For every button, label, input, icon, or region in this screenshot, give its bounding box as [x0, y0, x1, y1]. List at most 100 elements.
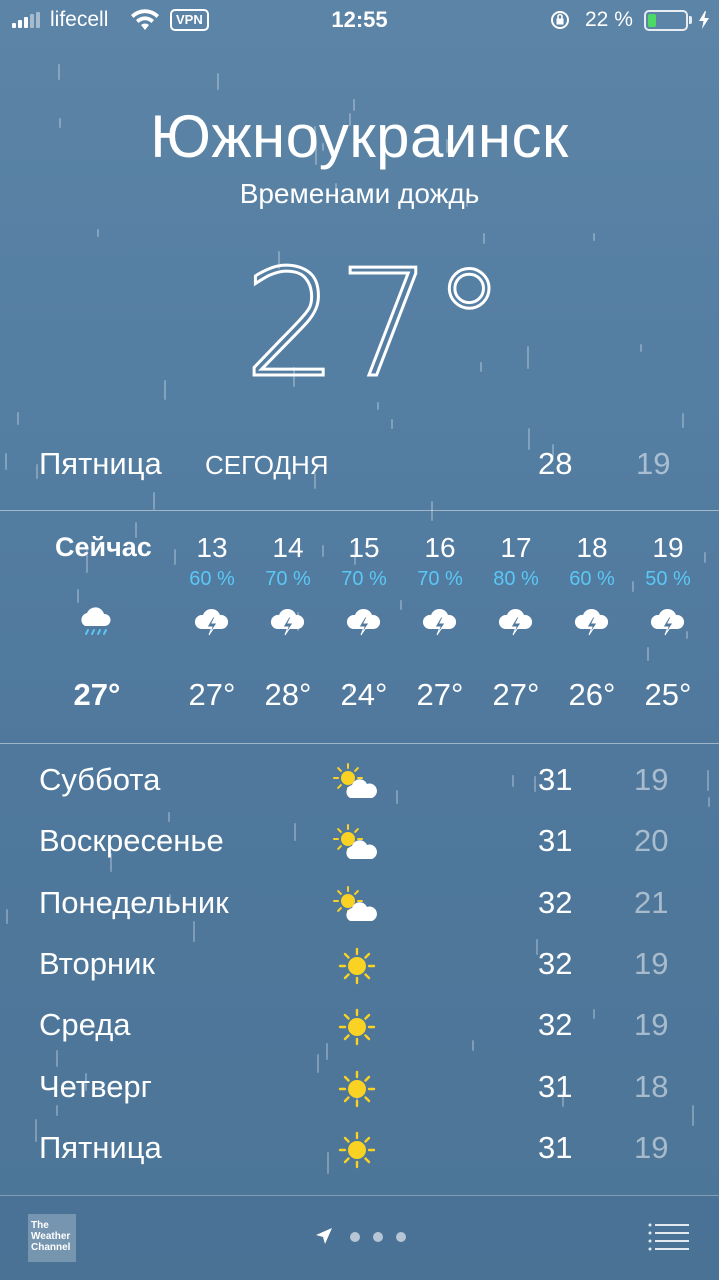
day-low: 20: [634, 823, 669, 859]
day-high: 32: [538, 884, 573, 920]
hourly-item: 17 80 % 27°: [476, 512, 556, 742]
daily-row: Пятница 31 19: [0, 1120, 719, 1181]
day-name: Понедельник: [39, 884, 229, 920]
hour-precip-chance: 70 %: [341, 568, 387, 590]
daily-row: Четверг 31 18: [0, 1059, 719, 1120]
hour-temp: 27°: [416, 677, 464, 712]
day-low: 18: [634, 1068, 669, 1104]
thunderstorm-icon: [496, 602, 536, 642]
day-high: 31: [538, 1129, 573, 1165]
sunny-icon: [332, 1007, 382, 1047]
rain-streak: [58, 64, 60, 80]
hourly-item: 15 70 % 24°: [324, 512, 404, 742]
hour-time: 15: [348, 532, 380, 563]
hour-precip-chance: 60 %: [569, 568, 615, 590]
day-name: Суббота: [39, 762, 161, 797]
daily-row: Понедельник 32 21: [0, 875, 719, 936]
sunny-icon: [332, 1069, 382, 1109]
hour-time: 16: [424, 532, 456, 563]
rain-streak: [527, 346, 529, 369]
rain-streak: [593, 233, 595, 241]
hour-temp: 26°: [568, 677, 616, 712]
rain-streak: [640, 344, 642, 352]
thunderstorm-icon: [192, 602, 232, 642]
divider-top: [0, 510, 719, 511]
day-high: 32: [538, 1007, 573, 1043]
day-low: 19: [634, 945, 669, 981]
hour-precip-chance: 70 %: [265, 568, 311, 590]
today-low: 19: [636, 446, 671, 481]
weather-channel-logo[interactable]: The Weather Channel: [28, 1214, 76, 1262]
thunderstorm-icon: [344, 602, 384, 642]
hour-precip-chance: 60 %: [189, 568, 235, 590]
day-name: Воскресенье: [39, 823, 224, 859]
hour-temp: 27°: [73, 677, 121, 712]
hourly-item: 19 50 % 25°: [628, 512, 708, 742]
hour-time: 19: [652, 532, 684, 563]
today-high: 28: [538, 446, 573, 481]
daily-row: Среда 32 19: [0, 997, 719, 1058]
city-name: Южноукраинск: [150, 103, 569, 170]
hour-time: 14: [272, 532, 304, 563]
hour-time: Сейчас: [55, 532, 152, 562]
rain-streak: [217, 73, 219, 90]
rain-streak: [97, 229, 99, 237]
location-arrow-icon[interactable]: [314, 1226, 334, 1246]
hour-precip-chance: 50 %: [645, 568, 691, 590]
charging-bolt-icon: [699, 11, 709, 29]
day-high: 31: [538, 823, 573, 859]
rain-icon: [75, 602, 115, 642]
rain-streak: [17, 412, 19, 425]
rain-streak: [164, 380, 166, 400]
daily-row: Суббота 31 19: [0, 752, 719, 813]
rain-streak: [377, 402, 379, 410]
hour-temp: 27°: [188, 677, 236, 712]
hour-temp: 25°: [644, 677, 692, 712]
hourly-forecast[interactable]: Сейчас 27° 13 60 % 27° 14 70 % 28° 15 70 % 24° 16 70…: [0, 512, 719, 742]
page-dot[interactable]: [396, 1232, 406, 1242]
partly-sunny-icon: [332, 762, 382, 802]
today-label: СЕГОДНЯ: [205, 450, 329, 480]
day-high: 31: [538, 762, 573, 797]
partly-sunny-icon: [332, 885, 382, 925]
day-name: Вторник: [39, 945, 155, 981]
footer-bar: The Weather Channel: [0, 1196, 719, 1280]
hour-precip-chance: 80 %: [493, 568, 539, 590]
hourly-item: Сейчас 27°: [55, 512, 152, 742]
thunderstorm-icon: [648, 602, 688, 642]
day-low: 19: [634, 1007, 669, 1043]
battery-icon: [644, 10, 688, 31]
rain-streak: [153, 492, 155, 510]
page-dot[interactable]: [350, 1232, 360, 1242]
hour-temp: 27°: [492, 677, 540, 712]
city-list-icon[interactable]: [647, 1222, 689, 1252]
today-summary: Пятница СЕГОДНЯ 28 19: [0, 440, 719, 490]
thunderstorm-icon: [268, 602, 308, 642]
rain-streak: [391, 419, 393, 429]
hour-temp: 28°: [264, 677, 312, 712]
daily-row: Воскресенье 31 20: [0, 813, 719, 874]
rotation-lock-icon: [551, 11, 569, 29]
today-day: Пятница: [39, 446, 162, 481]
hour-time: 18: [576, 532, 608, 563]
partly-sunny-icon: [332, 823, 382, 863]
rain-streak: [682, 413, 684, 428]
divider-bottom: [0, 743, 719, 744]
hour-temp: 24°: [340, 677, 388, 712]
page-dot[interactable]: [373, 1232, 383, 1242]
thunderstorm-icon: [572, 602, 612, 642]
battery-nub: [689, 16, 692, 24]
hour-time: 17: [500, 532, 532, 563]
hourly-item: 16 70 % 27°: [400, 512, 480, 742]
hourly-item: 14 70 % 28°: [248, 512, 328, 742]
hour-time: 13: [196, 532, 228, 563]
current-temperature: 27°: [250, 240, 500, 390]
status-bar: lifecell VPN 12:55 22 %: [0, 0, 719, 40]
thunderstorm-icon: [420, 602, 460, 642]
day-low: 19: [634, 762, 669, 797]
weather-condition: Временами дождь: [239, 178, 480, 209]
battery-level: [648, 14, 657, 27]
day-name: Четверг: [39, 1068, 152, 1104]
battery-percentage: 22 %: [585, 8, 633, 31]
day-name: Пятница: [39, 1129, 162, 1165]
